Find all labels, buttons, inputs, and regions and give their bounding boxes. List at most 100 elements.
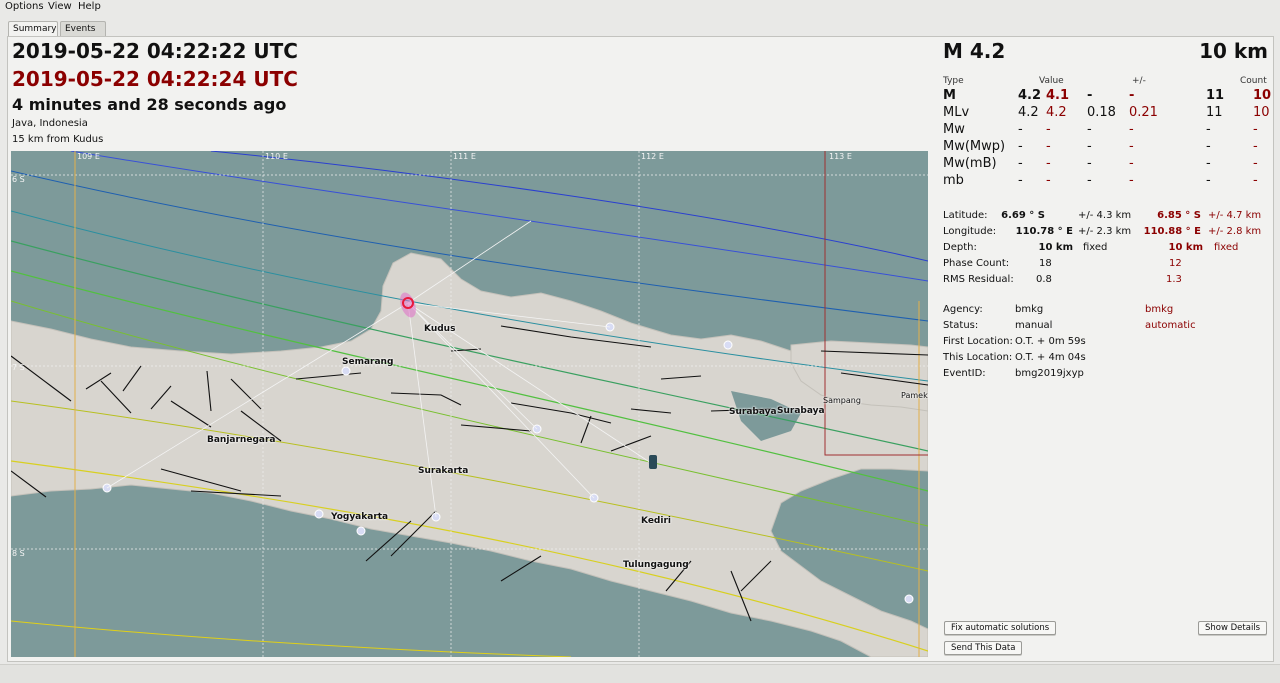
menu-bar: Options View Help <box>0 0 1280 14</box>
mag-cell-v2: - <box>1046 156 1051 171</box>
phase-count-value-auto: 12 <box>1169 258 1182 269</box>
mag-cell-e1: - <box>1087 139 1092 154</box>
magnitude-title: M 4.2 <box>943 39 1006 63</box>
lon-value-auto: 110.88 ° E <box>1143 226 1201 237</box>
mag-cell-e1: 0.18 <box>1087 105 1116 120</box>
mag-cell-e2: - <box>1129 139 1134 154</box>
mag-cell-e2: 0.21 <box>1129 105 1158 120</box>
fix-automatic-solutions-button[interactable]: Fix automatic solutions <box>944 621 1057 635</box>
first-location-label: First Location: <box>943 336 1013 347</box>
lat-value: 6.69 ° S <box>1001 210 1045 221</box>
mag-cell-e2: - <box>1129 122 1134 137</box>
mag-cell-type: MLv <box>943 105 970 120</box>
city-label: Yogyakarta <box>331 512 389 522</box>
time-ago: 4 minutes and 28 seconds ago <box>12 95 287 114</box>
mag-cell-c2: - <box>1253 139 1258 154</box>
map-view[interactable]: 109 E 110 E 111 E 112 E 113 E 6 S 7 S 8 … <box>11 151 928 657</box>
depth-value: 10 km <box>1038 242 1073 253</box>
rms-value-auto: 1.3 <box>1166 274 1182 285</box>
depth-title: 10 km <box>1199 39 1268 63</box>
menu-view[interactable]: View <box>48 1 72 12</box>
mag-header-type: Type <box>943 76 964 86</box>
mag-cell-v2: - <box>1046 139 1051 154</box>
lon-uncertainty-auto: +/- 2.8 km <box>1208 226 1262 237</box>
origin-time-automatic: 2019-05-22 04:22:24 UTC <box>12 67 298 91</box>
mag-cell-c1: 11 <box>1206 88 1225 103</box>
phase-count-label: Phase Count: <box>943 258 1010 269</box>
city-label: Surakarta <box>418 466 469 476</box>
lon-label-112: 112 E <box>641 152 664 161</box>
this-location-label: This Location: <box>943 352 1013 363</box>
mag-cell-v1: - <box>1018 139 1023 154</box>
mag-cell-v1: - <box>1018 122 1023 137</box>
city-label: Semarang <box>342 357 394 367</box>
rms-value: 0.8 <box>1036 274 1052 285</box>
depth-value-auto: 10 km <box>1168 242 1203 253</box>
lat-label-6s: 6 S <box>12 175 25 184</box>
menu-help[interactable]: Help <box>78 1 101 12</box>
lat-label: Latitude: <box>943 210 988 221</box>
city-label: Banjarnegara <box>207 435 276 445</box>
lat-uncertainty-auto: +/- 4.7 km <box>1208 210 1262 221</box>
mag-cell-c2: - <box>1253 122 1258 137</box>
mag-cell-c2: 10 <box>1253 88 1272 103</box>
city-label: Pamekasan <box>901 391 928 400</box>
mag-cell-c1: - <box>1206 156 1211 171</box>
lon-label-111: 111 E <box>453 152 476 161</box>
mag-cell-type: M <box>943 88 956 103</box>
mag-cell-e1: - <box>1087 156 1092 171</box>
event-id-value: bmg2019jxyp <box>1015 368 1084 379</box>
city-label: Surabaya <box>777 406 825 416</box>
depth-label: Depth: <box>943 242 977 253</box>
mag-row: M 4.2 4.1 - - 11 10 <box>943 88 1273 105</box>
mag-header-pm: +/- <box>1132 76 1146 86</box>
mag-cell-e2: - <box>1129 88 1135 103</box>
lon-value: 110.78 ° E <box>1015 226 1073 237</box>
map-canvas <box>11 151 928 657</box>
origin-time: 2019-05-22 04:22:22 UTC <box>12 39 298 63</box>
agency-value-auto: bmkg <box>1145 304 1174 315</box>
mag-cell-c1: - <box>1206 139 1211 154</box>
java-landmass <box>11 252 928 657</box>
event-id-label: EventID: <box>943 368 986 379</box>
mag-cell-type: Mw(mB) <box>943 156 997 171</box>
city-label: Surabaya <box>729 407 777 417</box>
lon-uncertainty: +/- 2.3 km <box>1078 226 1132 237</box>
city-label: Tulungagung <box>623 560 689 570</box>
mag-cell-c2: 10 <box>1253 105 1270 120</box>
first-location-value: O.T. + 0m 59s <box>1015 336 1086 347</box>
mag-row: MLv 4.2 4.2 0.18 0.21 11 10 <box>943 105 1273 122</box>
mag-cell-e1: - <box>1087 122 1092 137</box>
mag-cell-v2: - <box>1046 122 1051 137</box>
tab-events[interactable]: Events <box>60 21 106 37</box>
lat-label-7s: 7 S <box>12 363 25 372</box>
mag-row: Mw(Mwp) - - - - - - <box>943 139 1273 156</box>
mag-cell-c1: - <box>1206 173 1211 188</box>
mag-cell-v2: 4.1 <box>1046 88 1070 103</box>
status-value-auto: automatic <box>1145 320 1196 331</box>
menu-options[interactable]: Options <box>5 1 44 12</box>
mag-cell-c1: 11 <box>1206 105 1223 120</box>
show-details-button[interactable]: Show Details <box>1198 621 1268 635</box>
nearest-city: 15 km from Kudus <box>12 134 104 145</box>
city-label: Kudus <box>424 324 456 334</box>
mag-cell-v2: 4.2 <box>1046 105 1067 120</box>
region-name: Java, Indonesia <box>12 118 88 129</box>
depth-fixed: fixed <box>1083 242 1108 253</box>
mag-cell-c2: - <box>1253 173 1258 188</box>
send-data-button[interactable]: Send This Data <box>944 641 1023 655</box>
lat-label-8s: 8 S <box>12 549 25 558</box>
status-value: manual <box>1015 320 1053 331</box>
rms-label: RMS Residual: <box>943 274 1014 285</box>
agency-value: bmkg <box>1015 304 1044 315</box>
mag-cell-c2: - <box>1253 156 1258 171</box>
mag-header-value: Value <box>1039 76 1064 86</box>
lon-label: Longitude: <box>943 226 997 237</box>
depth-fixed-auto: fixed <box>1214 242 1239 253</box>
lat-value-auto: 6.85 ° S <box>1157 210 1201 221</box>
mag-cell-e2: - <box>1129 173 1134 188</box>
mag-cell-e1: - <box>1087 88 1093 103</box>
mag-cell-type: Mw <box>943 122 965 137</box>
status-label: Status: <box>943 320 979 331</box>
city-label: Kediri <box>641 516 671 526</box>
